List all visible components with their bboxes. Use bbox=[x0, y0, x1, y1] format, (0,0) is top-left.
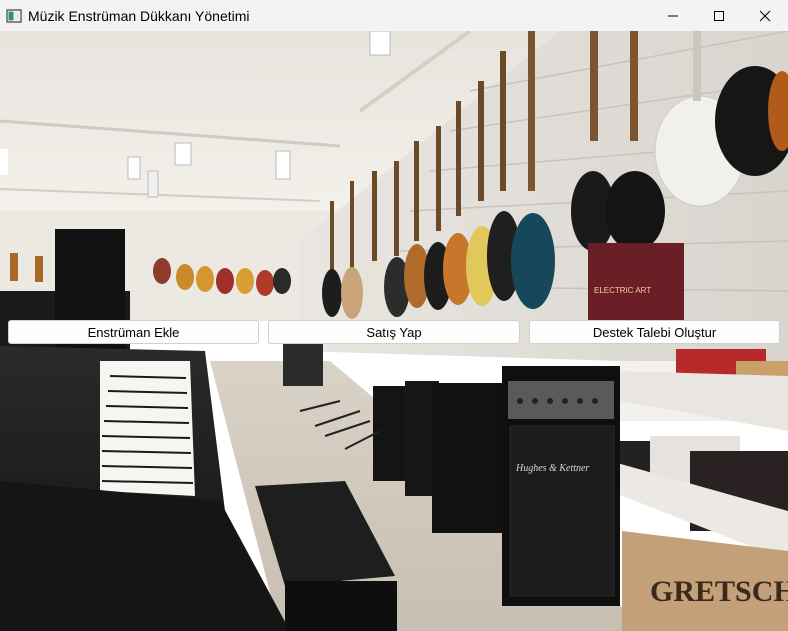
close-button[interactable] bbox=[742, 0, 788, 31]
create-support-ticket-button[interactable]: Destek Talebi Oluştur bbox=[529, 320, 780, 344]
box-brand-text: GRETSCH bbox=[650, 575, 788, 608]
make-sale-button[interactable]: Satış Yap bbox=[268, 320, 520, 344]
title-bar[interactable]: Müzik Enstrüman Dükkanı Yönetimi bbox=[0, 0, 788, 31]
app-icon bbox=[6, 8, 22, 24]
amp-brand-text: Hughes & Kettner bbox=[515, 463, 589, 474]
window-title: Müzik Enstrüman Dükkanı Yönetimi bbox=[28, 7, 250, 24]
window-controls bbox=[650, 0, 788, 31]
main-canvas: ELECTRIC ART GRETSCH Hughes & Kettner En… bbox=[0, 31, 788, 631]
add-instrument-button[interactable]: Enstrüman Ekle bbox=[8, 320, 259, 344]
app-window: Müzik Enstrüman Dükkanı Yönetimi ELECTRI… bbox=[0, 0, 788, 631]
maximize-icon bbox=[714, 10, 724, 21]
maximize-button[interactable] bbox=[696, 0, 742, 31]
minimize-icon bbox=[668, 15, 678, 16]
minimize-button[interactable] bbox=[650, 0, 696, 31]
close-icon bbox=[759, 10, 771, 21]
poster-text: ELECTRIC ART bbox=[594, 286, 651, 295]
